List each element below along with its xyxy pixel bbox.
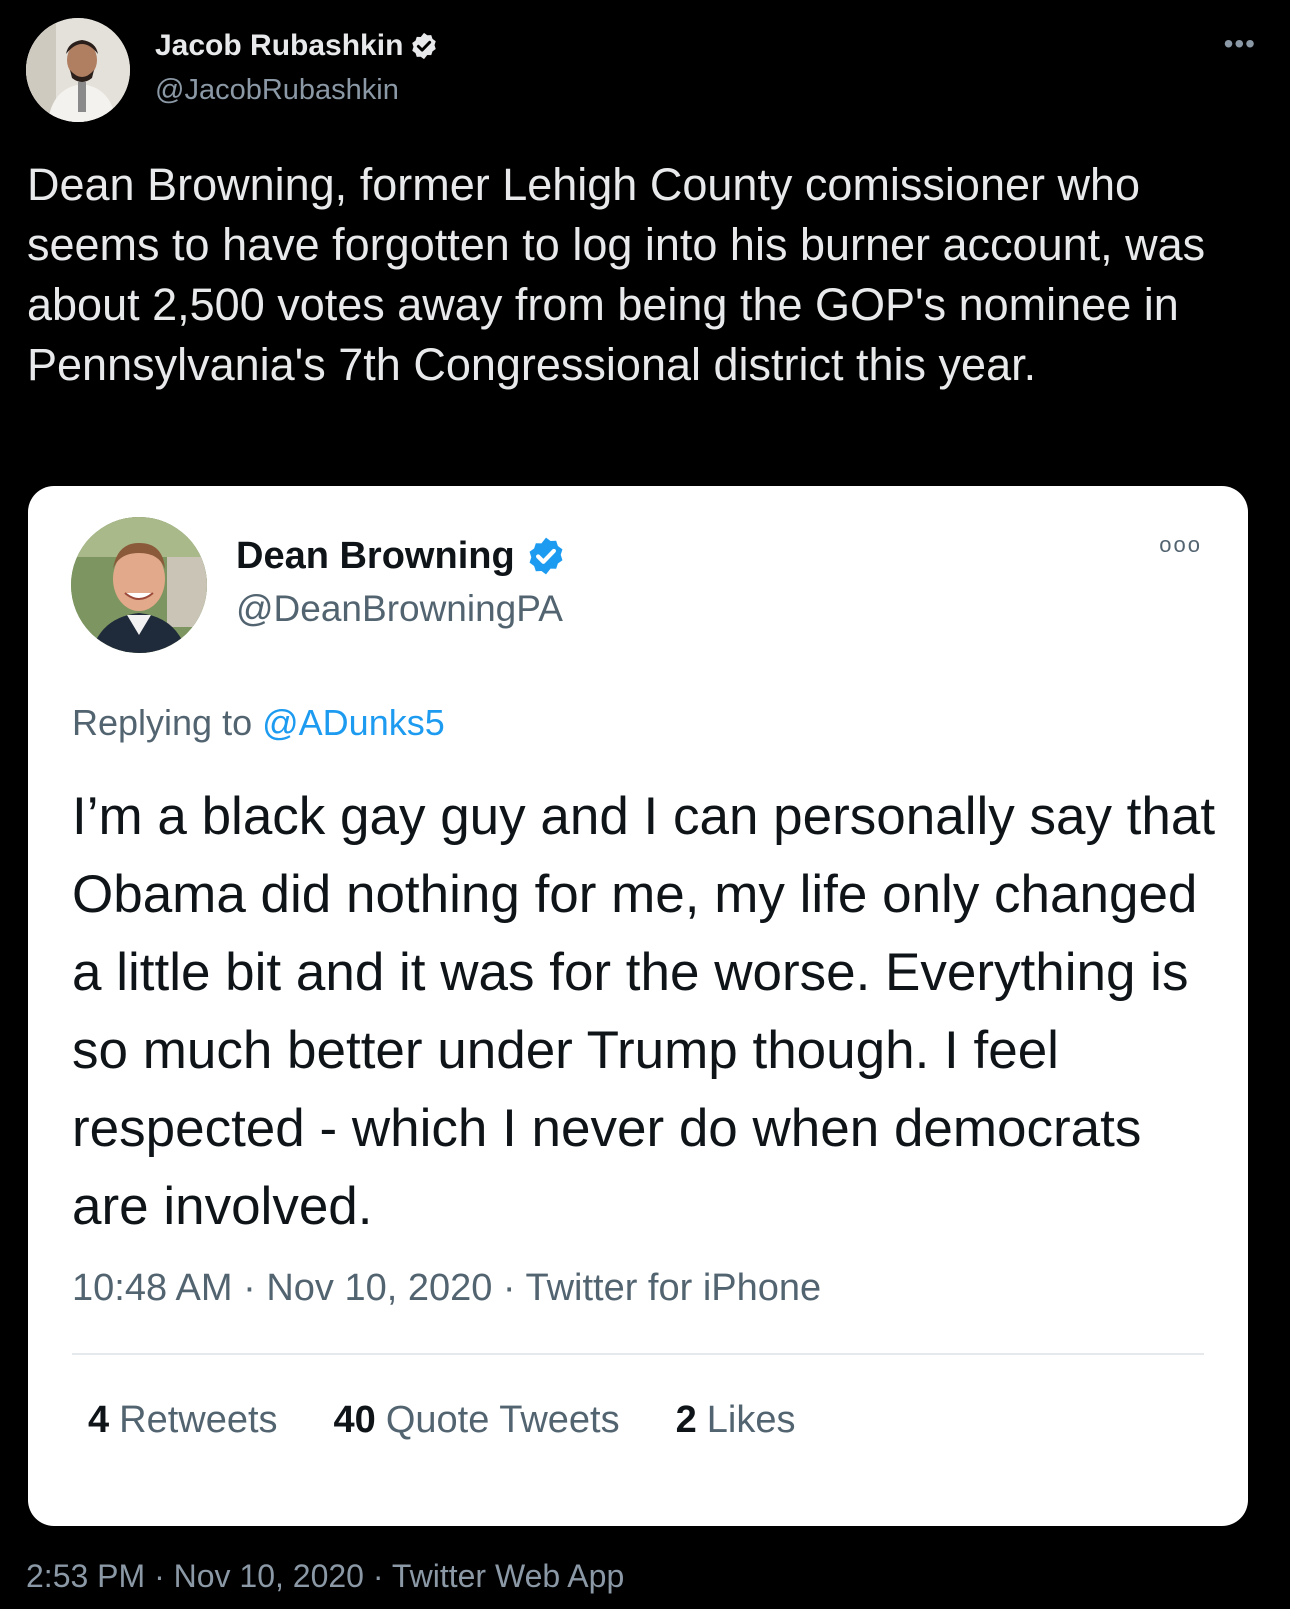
- tweet-text: Dean Browning, former Lehigh County comi…: [27, 159, 1206, 390]
- replying-to: Replying to @ADunks5: [72, 700, 445, 746]
- replying-mention-link[interactable]: @ADunks5: [262, 702, 445, 743]
- likes-label: Likes: [706, 1399, 796, 1441]
- quote-tweets-count: 40: [333, 1399, 376, 1441]
- verified-badge-icon: [412, 32, 437, 60]
- author-avatar-image: [26, 18, 130, 122]
- quoted-author-name-text: Dean Browning: [236, 535, 515, 577]
- quote-tweets-label: Quote Tweets: [385, 1399, 620, 1441]
- retweets-label: Retweets: [119, 1399, 278, 1441]
- verified-badge-icon: [529, 537, 563, 575]
- author-handle[interactable]: @JacobRubashkin: [155, 72, 399, 108]
- likes-count: 2: [675, 1399, 697, 1441]
- author-display-name[interactable]: Jacob Rubashkin: [155, 28, 439, 64]
- quoted-tweet-meta[interactable]: 10:48 AM · Nov 10, 2020 · Twitter for iP…: [72, 1264, 821, 1312]
- quoted-author-avatar-image: [71, 517, 207, 653]
- retweets-stat[interactable]: 4 Retweets: [88, 1396, 278, 1444]
- quote-tweets-stat[interactable]: 40 Quote Tweets: [334, 1396, 620, 1444]
- author-avatar[interactable]: [26, 18, 130, 122]
- quoted-author-avatar[interactable]: [71, 517, 207, 653]
- quoted-author-handle[interactable]: @DeanBrowningPA: [236, 586, 563, 632]
- quoted-tweet-card[interactable]: Dean Browning @DeanBrowningPA ooo Replyi…: [28, 486, 1248, 1526]
- more-options-icon[interactable]: •••: [1224, 28, 1256, 60]
- quoted-tweet-text: I’m a black gay guy and I can personally…: [72, 787, 1216, 1236]
- likes-stat[interactable]: 2 Likes: [676, 1396, 796, 1444]
- quoted-tweet-stats: 4 Retweets 40 Quote Tweets 2 Likes: [88, 1396, 795, 1444]
- quoted-more-options-icon[interactable]: ooo: [1159, 532, 1202, 558]
- tweet-meta[interactable]: 2:53 PM · Nov 10, 2020 · Twitter Web App: [26, 1556, 624, 1596]
- tweet: Jacob Rubashkin @JacobRubashkin ••• Dean…: [0, 0, 1290, 1609]
- divider: [72, 1353, 1204, 1355]
- retweets-count: 4: [88, 1399, 110, 1441]
- author-name-text: Jacob Rubashkin: [155, 29, 404, 62]
- quoted-author-display-name[interactable]: Dean Browning: [236, 533, 567, 579]
- replying-prefix: Replying to: [72, 702, 253, 743]
